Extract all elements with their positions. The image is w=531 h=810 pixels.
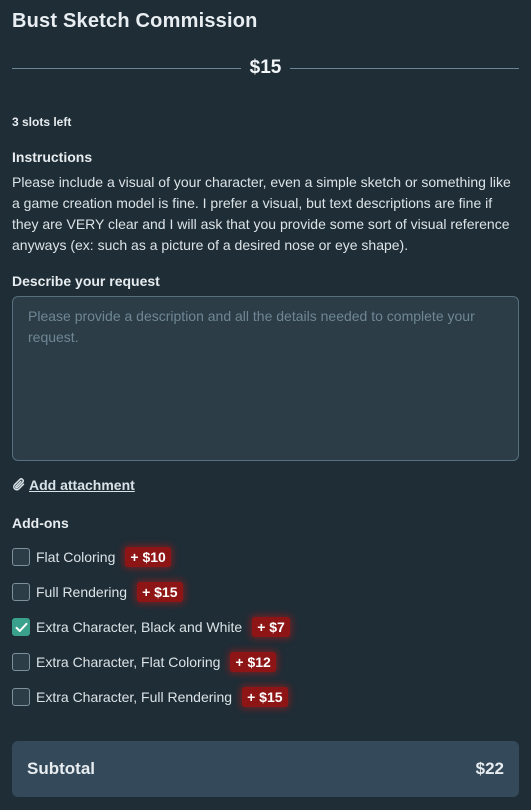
subtotal-label: Subtotal — [27, 759, 95, 778]
addon-name: Extra Character, Full Rendering — [36, 689, 233, 705]
addon-extra-character-full[interactable]: Extra Character, Full Rendering + $15 — [12, 686, 288, 708]
subtotal-bar: Subtotal $22 — [12, 741, 519, 797]
addon-price-badge: + $10 — [125, 547, 171, 567]
addon-price-badge: + $7 — [252, 617, 290, 637]
request-textarea[interactable] — [12, 296, 519, 461]
addon-checkbox[interactable] — [12, 548, 30, 566]
add-attachment-label: Add attachment — [29, 477, 135, 493]
divider-line-right — [290, 67, 520, 69]
addon-checkbox[interactable] — [12, 618, 30, 636]
addon-checkbox[interactable] — [12, 653, 30, 671]
divider-line-left — [12, 67, 241, 69]
addon-checkbox[interactable] — [12, 688, 30, 706]
checkmark-icon — [15, 622, 27, 632]
addon-name: Extra Character, Black and White — [36, 619, 243, 635]
paperclip-icon — [12, 477, 26, 493]
addon-extra-character-bw[interactable]: Extra Character, Black and White + $7 — [12, 616, 290, 638]
request-heading: Describe your request — [12, 273, 160, 289]
addon-price-badge: + $15 — [242, 687, 288, 707]
price-divider: $15 — [12, 56, 520, 80]
addon-name: Extra Character, Flat Coloring — [36, 654, 221, 670]
addons-heading: Add-ons — [12, 515, 69, 531]
addon-name: Flat Coloring — [36, 549, 116, 565]
instructions-text: Please include a visual of your characte… — [12, 174, 511, 253]
addon-checkbox[interactable] — [12, 583, 30, 601]
addon-price-badge: + $15 — [137, 582, 183, 602]
addon-flat-coloring[interactable]: Flat Coloring + $10 — [12, 546, 171, 568]
commission-form: Bust Sketch Commission $15 3 slots left … — [0, 0, 531, 810]
addon-full-rendering[interactable]: Full Rendering + $15 — [12, 581, 183, 603]
addon-extra-character-flat[interactable]: Extra Character, Flat Coloring + $12 — [12, 651, 276, 673]
add-attachment-link[interactable]: Add attachment — [12, 477, 135, 493]
addon-name: Full Rendering — [36, 584, 128, 600]
subtotal-value: $22 — [475, 759, 504, 778]
base-price: $15 — [249, 57, 282, 78]
page-title: Bust Sketch Commission — [12, 10, 258, 32]
addon-price-badge: + $12 — [230, 652, 276, 672]
instructions-heading: Instructions — [12, 149, 93, 165]
slots-left: 3 slots left — [12, 115, 72, 129]
